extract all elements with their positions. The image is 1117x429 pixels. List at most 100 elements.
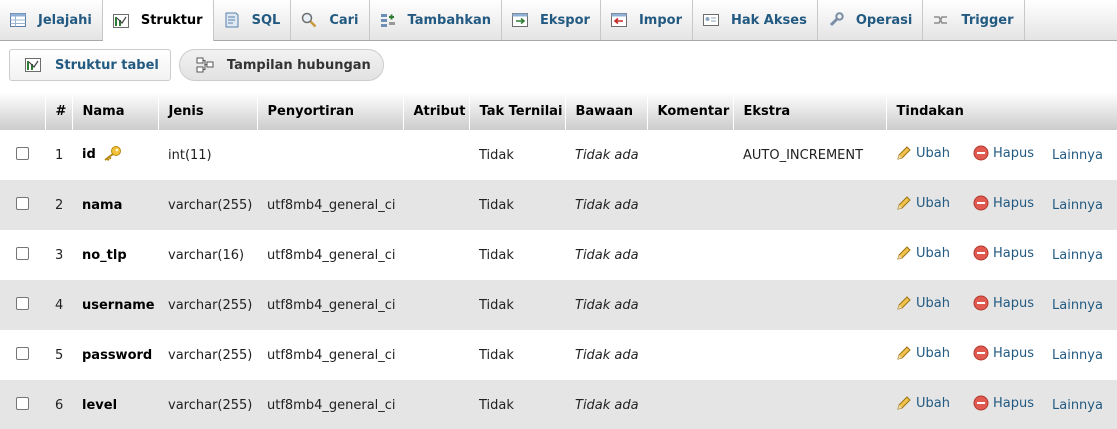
drop-button[interactable]: Hapus bbox=[973, 195, 1034, 211]
row-checkbox[interactable] bbox=[16, 296, 29, 310]
field-default: Tidak ada bbox=[575, 247, 639, 263]
column-header-extra[interactable]: Ekstra bbox=[733, 92, 887, 130]
tab-insert[interactable]: Tambahkan bbox=[370, 0, 503, 40]
tab-import[interactable]: Impor bbox=[601, 0, 693, 40]
more-menu-link[interactable]: Lainnya bbox=[1052, 148, 1103, 163]
column-header-collation[interactable]: Penyortiran bbox=[257, 92, 404, 130]
drop-button[interactable]: Hapus bbox=[973, 245, 1034, 261]
column-header-num[interactable]: # bbox=[45, 92, 73, 130]
row-checkbox[interactable] bbox=[16, 346, 29, 360]
field-name: password bbox=[82, 347, 153, 363]
table-header-row: # Nama Jenis Penyortiran Atribut Tak Ter… bbox=[0, 92, 1117, 130]
tab-structure[interactable]: Struktur bbox=[102, 0, 214, 41]
column-header-attributes[interactable]: Atribut bbox=[403, 92, 470, 130]
row-checkbox[interactable] bbox=[16, 246, 29, 260]
tab-browse[interactable]: Jelajahi bbox=[0, 0, 103, 40]
drop-icon bbox=[973, 345, 989, 361]
field-comment bbox=[647, 130, 733, 180]
more-menu-link[interactable]: Lainnya bbox=[1052, 248, 1103, 263]
row-checkbox[interactable] bbox=[16, 146, 29, 160]
change-label: Ubah bbox=[916, 195, 950, 211]
field-null: Tidak bbox=[479, 197, 514, 213]
row-number: 5 bbox=[55, 347, 64, 363]
drop-icon bbox=[973, 145, 989, 161]
more-menu-link[interactable]: Lainnya bbox=[1052, 398, 1103, 413]
change-button[interactable]: Ubah bbox=[896, 245, 950, 261]
row-checkbox[interactable] bbox=[16, 196, 29, 210]
tab-sql[interactable]: SQL bbox=[214, 0, 292, 40]
change-button[interactable]: Ubah bbox=[896, 195, 950, 211]
drop-button[interactable]: Hapus bbox=[973, 395, 1034, 411]
drop-icon bbox=[973, 295, 989, 311]
field-comment bbox=[647, 330, 733, 380]
change-button[interactable]: Ubah bbox=[896, 345, 950, 361]
field-attributes bbox=[403, 230, 469, 280]
field-collation: utf8mb4_general_ci bbox=[267, 197, 396, 213]
field-null: Tidak bbox=[479, 297, 514, 313]
import-icon bbox=[610, 12, 627, 28]
field-default: Tidak ada bbox=[575, 297, 639, 313]
field-collation: utf8mb4_general_ci bbox=[267, 347, 396, 363]
field-type: varchar(255) bbox=[168, 297, 253, 313]
table-structure-button[interactable]: Struktur tabel bbox=[9, 49, 171, 81]
field-null: Tidak bbox=[479, 397, 514, 413]
field-collation: utf8mb4_general_ci bbox=[267, 297, 396, 313]
row-number: 3 bbox=[55, 247, 64, 263]
field-extra bbox=[733, 280, 886, 330]
table-row: 2 nama varchar(255) utf8mb4_general_ci T… bbox=[0, 180, 1117, 230]
more-menu-link[interactable]: Lainnya bbox=[1052, 348, 1103, 363]
field-collation bbox=[257, 130, 403, 180]
structure-icon bbox=[112, 13, 129, 29]
table-row: 1 id int(11) Tidak Tidak ada AUTO_INCREM… bbox=[0, 130, 1117, 180]
tab-trigger[interactable]: Trigger bbox=[923, 0, 1025, 40]
column-header-name[interactable]: Nama bbox=[72, 92, 159, 130]
field-default: Tidak ada bbox=[575, 197, 639, 213]
field-name: id bbox=[72, 130, 158, 180]
top-tab-bar: Jelajahi Struktur SQL Cari Tambahkan Eks… bbox=[0, 0, 1117, 41]
privileges-icon bbox=[702, 12, 719, 28]
drop-button[interactable]: Hapus bbox=[973, 145, 1034, 161]
pencil-icon bbox=[896, 345, 912, 361]
field-attributes bbox=[403, 280, 469, 330]
drop-button[interactable]: Hapus bbox=[973, 345, 1034, 361]
insert-icon bbox=[380, 12, 396, 28]
more-menu-link[interactable]: Lainnya bbox=[1052, 298, 1103, 313]
field-name: no_tlp bbox=[82, 247, 127, 263]
field-type: int(11) bbox=[168, 147, 212, 163]
tab-trigger-label: Trigger bbox=[961, 12, 1014, 28]
tab-search[interactable]: Cari bbox=[291, 0, 370, 40]
column-header-action: Tindakan bbox=[896, 103, 964, 119]
change-label: Ubah bbox=[916, 395, 950, 411]
pencil-icon bbox=[896, 195, 912, 211]
operations-icon bbox=[828, 12, 844, 28]
column-header-type[interactable]: Jenis bbox=[158, 92, 258, 130]
change-button[interactable]: Ubah bbox=[896, 145, 950, 161]
column-header-comment[interactable]: Komentar bbox=[647, 92, 734, 130]
tab-import-label: Impor bbox=[638, 12, 682, 28]
change-button[interactable]: Ubah bbox=[896, 295, 950, 311]
row-number: 4 bbox=[55, 297, 64, 313]
tab-sql-label: SQL bbox=[251, 12, 281, 28]
browse-icon bbox=[10, 12, 26, 28]
field-name: username bbox=[82, 297, 155, 313]
search-icon bbox=[301, 12, 317, 28]
row-checkbox[interactable] bbox=[16, 396, 29, 410]
field-extra bbox=[733, 380, 886, 429]
change-label: Ubah bbox=[916, 295, 950, 311]
field-attributes bbox=[403, 330, 469, 380]
field-default: Tidak ada bbox=[575, 397, 639, 413]
change-button[interactable]: Ubah bbox=[896, 395, 950, 411]
more-menu-link[interactable]: Lainnya bbox=[1052, 198, 1103, 213]
drop-label: Hapus bbox=[993, 295, 1035, 311]
drop-button[interactable]: Hapus bbox=[973, 295, 1034, 311]
tab-operations[interactable]: Operasi bbox=[818, 0, 924, 40]
column-header-default[interactable]: Bawaan bbox=[565, 92, 648, 130]
row-number: 2 bbox=[55, 197, 64, 213]
tab-export[interactable]: Ekspor bbox=[502, 0, 601, 40]
field-comment bbox=[647, 180, 733, 230]
column-header-null[interactable]: Tak Ternilai bbox=[469, 92, 566, 130]
tab-privileges[interactable]: Hak Akses bbox=[693, 0, 818, 40]
field-comment bbox=[647, 230, 733, 280]
relation-view-button[interactable]: Tampilan hubungan bbox=[178, 49, 384, 81]
field-collation: utf8mb4_general_ci bbox=[267, 397, 396, 413]
